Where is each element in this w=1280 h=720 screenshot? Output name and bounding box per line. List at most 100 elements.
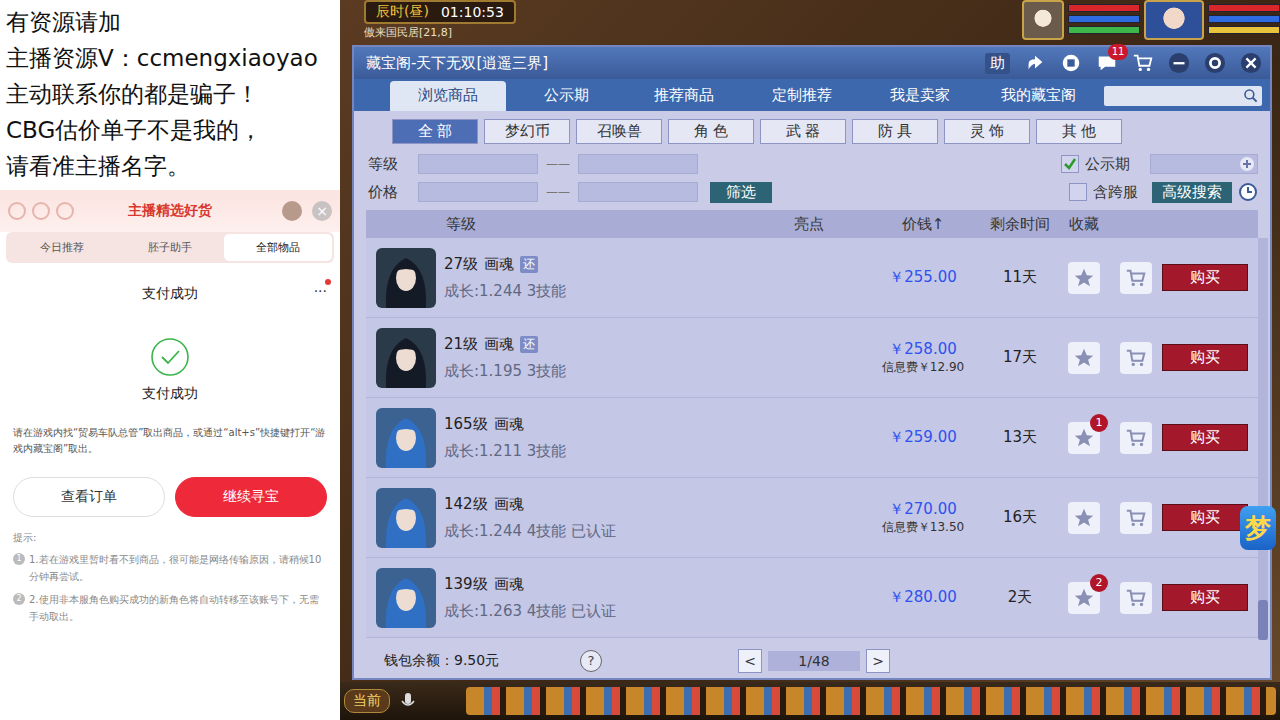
table-row[interactable]: 21级画魂还成长:1.195 3技能￥258.00信息费￥12.9017天购买 (366, 318, 1258, 398)
shop-tab[interactable]: 胚子助手 (116, 234, 224, 261)
favorite-button[interactable] (1068, 262, 1100, 294)
level-min-field[interactable] (418, 154, 538, 174)
scroll-thumb[interactable] (1258, 600, 1268, 640)
add-cart-button[interactable] (1120, 422, 1152, 454)
column-header[interactable]: 亮点 (794, 215, 864, 234)
price-cell: ￥280.00 (864, 588, 982, 607)
filter-button[interactable]: 筛选 (710, 182, 772, 203)
buy-button[interactable]: 购买 (1162, 424, 1248, 451)
category-button[interactable]: 召唤兽 (576, 119, 662, 144)
shop-panel: 主播精选好货×今日推荐胚子助手全部物品支付成功···支付成功请在游戏内找“贸易车… (0, 190, 340, 720)
plus-icon[interactable] (1239, 156, 1255, 172)
price-min-field[interactable] (418, 182, 538, 202)
column-header[interactable]: 等级 (438, 215, 794, 234)
favorite-button[interactable] (1068, 502, 1100, 534)
share-icon[interactable] (1024, 52, 1046, 74)
category-button[interactable]: 武 器 (760, 119, 846, 144)
heart-icon[interactable] (56, 202, 74, 220)
public-field[interactable] (1150, 154, 1258, 174)
search-field[interactable] (1104, 86, 1262, 106)
chat-badge: 11 (1108, 44, 1128, 60)
cross-server-checkbox[interactable] (1069, 183, 1087, 201)
price: ￥255.00 (889, 268, 957, 287)
home-icon[interactable] (8, 202, 26, 220)
table-row[interactable]: 165级画魂成长:1.211 3技能￥259.0013天1购买 (366, 398, 1258, 478)
add-cart-button[interactable] (1120, 502, 1152, 534)
price-max-field[interactable] (578, 182, 698, 202)
cart-icon[interactable] (1132, 52, 1154, 74)
close-icon[interactable] (1240, 52, 1262, 74)
toolbar-icons[interactable] (466, 687, 1276, 715)
minimize-icon[interactable] (1168, 52, 1190, 74)
favorite-button[interactable]: 2 (1068, 582, 1100, 614)
window-tab[interactable]: 公示期 (508, 81, 624, 111)
favorite-button[interactable]: 1 (1068, 422, 1100, 454)
payment-button[interactable]: 查看订单 (13, 477, 165, 517)
prev-page-button[interactable]: < (738, 649, 762, 673)
level-max-field[interactable] (578, 154, 698, 174)
close-button[interactable]: × (312, 201, 332, 221)
table-header: 等级亮点价钱↑剩余时间收藏 (366, 210, 1258, 238)
advanced-search-button[interactable]: 高级搜索 (1152, 182, 1232, 203)
column-header[interactable]: 剩余时间 (982, 215, 1058, 234)
magnifier-icon[interactable] (1243, 88, 1259, 104)
table-row[interactable]: 139级画魂成长:1.263 4技能 已认证￥280.002天2购买 (366, 558, 1258, 638)
category-button[interactable]: 角 色 (668, 119, 754, 144)
buy-button[interactable]: 购买 (1162, 504, 1248, 531)
category-button[interactable]: 灵 饰 (944, 119, 1030, 144)
table-row[interactable]: 142级画魂成长:1.244 4技能 已认证￥270.00信息费￥13.5016… (366, 478, 1258, 558)
help-button[interactable]: 助 (985, 53, 1010, 74)
next-page-button[interactable]: > (866, 649, 890, 673)
buy-button[interactable]: 购买 (1162, 344, 1248, 371)
column-header[interactable]: 收藏 (1058, 215, 1110, 234)
chat-button[interactable]: 11 (1096, 52, 1118, 74)
favorite-button[interactable] (1068, 342, 1100, 374)
page-number[interactable]: 1/48 (768, 651, 860, 671)
buy-button[interactable]: 购买 (1162, 264, 1248, 291)
window-tab[interactable]: 推荐商品 (626, 81, 742, 111)
help-button[interactable]: ? (580, 650, 602, 672)
shop-tab[interactable]: 全部物品 (224, 234, 332, 261)
column-header[interactable]: 价钱↑ (864, 215, 982, 234)
avatar-icon[interactable] (282, 201, 302, 221)
category-button[interactable]: 防 具 (852, 119, 938, 144)
service-icon[interactable] (32, 202, 50, 220)
payment-button[interactable]: 继续寻宝 (175, 477, 327, 517)
channel-button[interactable]: 当前 (344, 689, 390, 713)
add-cart-button[interactable] (1120, 262, 1152, 294)
public-checkbox[interactable] (1061, 155, 1079, 173)
hero-portrait-icon[interactable] (1144, 0, 1204, 40)
shop-tab[interactable]: 今日推荐 (8, 234, 116, 261)
range-dash: —— (544, 185, 572, 199)
add-cart-button[interactable] (1120, 342, 1152, 374)
category-button[interactable]: 其 他 (1036, 119, 1122, 144)
stop-icon[interactable] (1060, 52, 1082, 74)
window-tab[interactable]: 我的藏宝阁 (980, 81, 1096, 111)
add-cart-button[interactable] (1120, 582, 1152, 614)
pet-info: 142级画魂成长:1.244 4技能 已认证 (438, 495, 794, 541)
floating-logo[interactable]: 梦 (1240, 506, 1276, 550)
shop-header: 主播精选好货× (0, 190, 340, 232)
window-tab[interactable]: 浏览商品 (390, 81, 506, 111)
stream-screen: 有资源请加主播资源V：ccmengxiaoyao主动联系你的都是骗子！CBG估价… (0, 0, 1280, 720)
notice-line: 有资源请加 (6, 4, 334, 40)
left-column: 有资源请加主播资源V：ccmengxiaoyao主动联系你的都是骗子！CBG估价… (0, 0, 340, 720)
pet-portrait-icon[interactable] (1022, 0, 1064, 40)
mic-icon[interactable] (398, 691, 418, 711)
window-tab[interactable]: 定制推荐 (744, 81, 860, 111)
pet-name: 画魂 (484, 255, 514, 274)
game-bottom-bar: 当前 (340, 682, 1280, 720)
category-button[interactable]: 全 部 (392, 119, 478, 144)
window-tab[interactable]: 我是卖家 (862, 81, 978, 111)
buy-button[interactable]: 购买 (1162, 584, 1248, 611)
cart-icon (1125, 507, 1147, 529)
category-button[interactable]: 梦幻币 (484, 119, 570, 144)
game-area: 辰时(昼)01:10:53傲来国民居[21,8]藏宝阁-天下无双[逍遥三界]助1… (340, 0, 1280, 720)
window-tabs: 浏览商品公示期推荐商品定制推荐我是卖家我的藏宝阁 (354, 79, 1270, 111)
scrollbar[interactable] (1258, 238, 1268, 640)
table-row[interactable]: 27级画魂还成长:1.244 3技能￥255.0011天购买 (366, 238, 1258, 318)
more-button[interactable]: ··· (314, 283, 327, 299)
gear-icon[interactable] (1204, 52, 1226, 74)
category-bar: 全 部梦幻币召唤兽角 色武 器防 具灵 饰其 他 (354, 111, 1270, 144)
clock-icon[interactable] (1238, 182, 1258, 202)
